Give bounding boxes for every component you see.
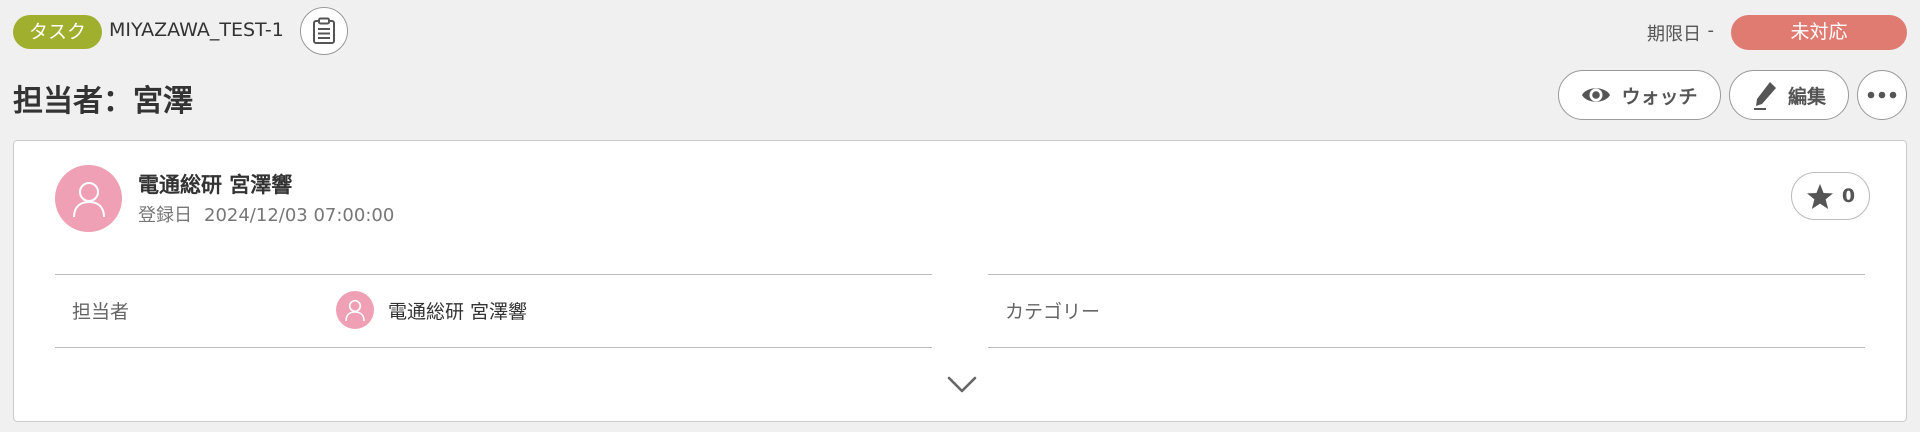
issue-card: 電通総研 宮澤響 登録日 2024/12/03 07:00:00 0 担当者 電通…: [13, 140, 1907, 422]
chevron-down-icon[interactable]: [946, 373, 978, 395]
assignee-field: 担当者 電通総研 宮澤響: [55, 274, 932, 348]
more-options-button[interactable]: [1857, 70, 1907, 120]
star-count: 0: [1841, 185, 1856, 207]
status-badge[interactable]: 未対応: [1731, 15, 1907, 50]
issue-key: MIYAZAWA_TEST-1: [109, 19, 284, 41]
eye-icon: [1581, 84, 1611, 106]
assignee-avatar: [336, 291, 374, 329]
page-title: 担当者：宮澤: [13, 84, 193, 119]
more-dots-icon: [1867, 91, 1897, 99]
creator-name: 電通総研 宮澤響: [138, 173, 293, 197]
assignee-value[interactable]: 電通総研 宮澤響: [336, 291, 527, 329]
creator-avatar[interactable]: [55, 165, 122, 232]
star-button[interactable]: 0: [1791, 172, 1870, 220]
category-label: カテゴリー: [1005, 301, 1101, 323]
edit-button[interactable]: 編集: [1729, 70, 1849, 120]
user-avatar-icon: [72, 181, 105, 217]
issue-header: タスク MIYAZAWA_TEST-1 期限日 - 未対応: [13, 6, 1907, 55]
assignee-label: 担当者: [72, 301, 130, 323]
star-icon: [1806, 183, 1834, 210]
category-field: カテゴリー: [988, 274, 1865, 348]
watch-button[interactable]: ウォッチ: [1558, 70, 1721, 120]
created-date-row: 登録日 2024/12/03 07:00:00: [138, 201, 394, 227]
clipboard-icon: [313, 17, 335, 44]
copy-key-button[interactable]: [300, 7, 348, 55]
created-value: 2024/12/03 07:00:00: [204, 205, 395, 226]
watch-label: ウォッチ: [1621, 85, 1698, 108]
issue-type-badge: タスク: [13, 15, 103, 49]
due-date-label: 期限日: [1647, 24, 1701, 45]
due-date-value: -: [1707, 20, 1715, 41]
user-avatar-icon: [345, 299, 365, 322]
created-label: 登録日: [138, 205, 192, 226]
action-bar: ウォッチ 編集: [1547, 70, 1907, 122]
assignee-name: 電通総研 宮澤響: [388, 300, 528, 323]
pencil-icon: [1752, 80, 1778, 110]
edit-label: 編集: [1787, 85, 1826, 108]
